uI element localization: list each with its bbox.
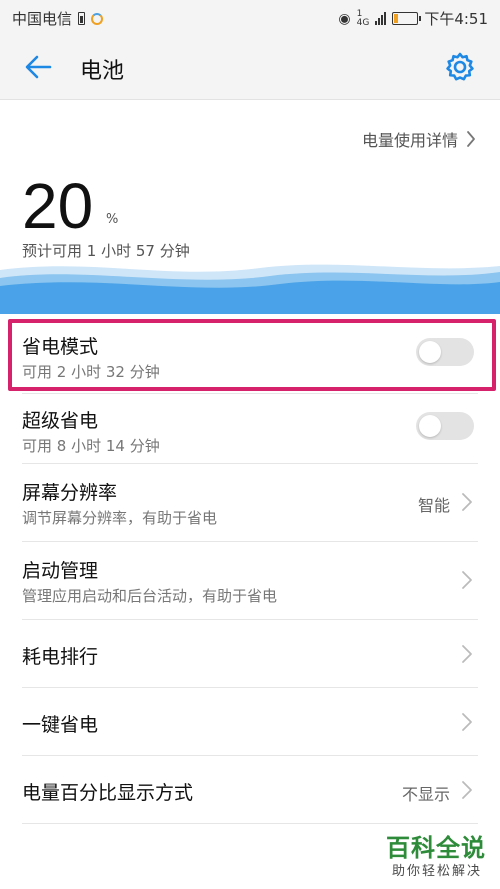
highlight-box: [8, 319, 496, 391]
usage-detail-link[interactable]: 电量使用详情: [362, 127, 476, 151]
chevron-right-icon: [462, 645, 472, 663]
network-type-label: 4G: [356, 17, 370, 28]
setting-title: 超级省电: [22, 410, 99, 432]
chevron-right-icon: [462, 781, 472, 799]
battery-wave: [0, 264, 500, 314]
carrier-label: 中国电信: [12, 10, 73, 28]
battery-percent-unit: %: [106, 212, 119, 227]
watermark-subtitle: 助你轻松解决: [391, 864, 482, 879]
back-arrow-icon[interactable]: [22, 51, 54, 83]
setting-subtitle: 调节屏幕分辨率，有助于省电: [22, 509, 218, 527]
small-battery-icon: [78, 12, 86, 25]
chevron-right-icon: [467, 131, 475, 147]
sync-ring-icon: [91, 12, 104, 25]
status-right: ◉ 1 4G 下午4:51: [338, 8, 488, 29]
setting-title: 一键省电: [22, 714, 99, 736]
setting-title: 启动管理: [22, 560, 99, 582]
app-bar: 电池: [0, 36, 500, 100]
setting-title: 电量百分比显示方式: [22, 782, 194, 804]
battery-icon: [392, 12, 422, 25]
signal-icon: [375, 12, 387, 25]
network-type-icon: 1 4G: [356, 9, 370, 28]
setting-row-screen-resolution[interactable]: 屏幕分辨率 调节屏幕分辨率，有助于省电 智能: [22, 464, 478, 542]
setting-title: 屏幕分辨率: [22, 482, 118, 504]
setting-row-startup-manager[interactable]: 启动管理 管理应用启动和后台活动，有助于省电: [22, 542, 478, 620]
ultra-power-saving-toggle[interactable]: [416, 412, 474, 440]
setting-subtitle: 管理应用启动和后台活动，有助于省电: [22, 587, 278, 605]
gear-icon[interactable]: [444, 51, 476, 83]
setting-row-ultra-power-saving[interactable]: 超级省电 可用 8 小时 14 分钟: [22, 394, 478, 464]
battery-fill: [394, 14, 399, 23]
setting-subtitle: 可用 8 小时 14 分钟: [22, 437, 160, 455]
setting-row-one-tap-saving[interactable]: 一键省电: [22, 688, 478, 756]
hotspot-icon: ◉: [338, 10, 351, 27]
setting-value: 不显示: [401, 785, 450, 804]
watermark-title: 百科全说: [386, 834, 486, 862]
setting-title: 耗电排行: [22, 646, 99, 668]
usage-detail-label: 电量使用详情: [361, 131, 458, 150]
setting-value: 智能: [417, 496, 450, 515]
status-left: 中国电信: [12, 8, 104, 29]
setting-row-power-ranking[interactable]: 耗电排行: [22, 620, 478, 688]
chevron-right-icon: [462, 571, 472, 589]
battery-percent: 20: [22, 170, 94, 242]
status-time: 下午4:51: [424, 10, 488, 28]
chevron-right-icon: [462, 493, 472, 511]
chevron-right-icon: [462, 713, 472, 731]
page-title: 电池: [80, 59, 125, 84]
toggle-knob: [419, 415, 441, 437]
setting-row-percentage-display[interactable]: 电量百分比显示方式 不显示: [22, 756, 478, 824]
watermark-logo: 百科全说 助你轻松解决: [366, 828, 486, 880]
status-bar: 中国电信 ◉ 1 4G 下午4:51: [0, 0, 500, 36]
